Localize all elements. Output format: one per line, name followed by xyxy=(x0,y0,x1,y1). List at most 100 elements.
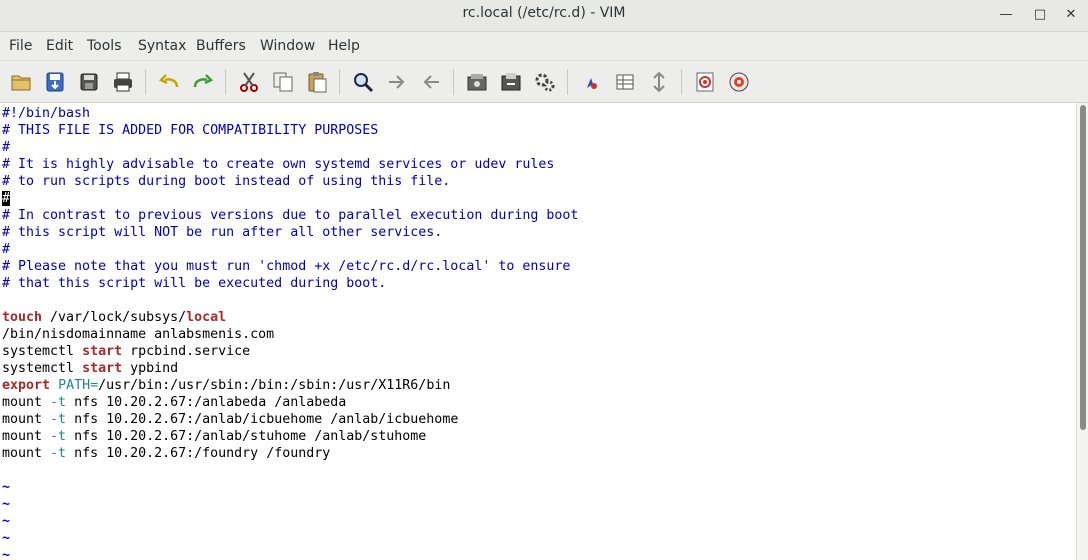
code-line: # THIS FILE IS ADDED FOR COMPATIBILITY P… xyxy=(2,122,378,139)
code-token: ~ xyxy=(2,497,11,512)
scrollbar-thumb[interactable] xyxy=(1080,105,1086,430)
find-previous-icon[interactable] xyxy=(419,70,443,94)
text-cursor: # xyxy=(2,191,11,206)
copy-icon[interactable] xyxy=(271,70,295,94)
code-token: -t xyxy=(50,429,67,444)
code-line: #!/bin/bash xyxy=(2,105,90,122)
code-line: /bin/nisdomainname anlabsmenis.com xyxy=(2,326,274,343)
code-token: export xyxy=(2,378,51,393)
menu-syntax[interactable]: Syntax xyxy=(138,38,186,54)
code-token: systemctl xyxy=(2,344,83,359)
toolbar-separator xyxy=(225,69,226,95)
vertical-scrollbar[interactable] xyxy=(1076,103,1088,560)
menu-file[interactable]: File xyxy=(9,38,32,54)
code-token: /var/lock/subsys/ xyxy=(42,310,187,325)
menu-tools[interactable]: Tools xyxy=(87,38,122,54)
code-token: mount xyxy=(2,395,51,410)
code-token: ~ xyxy=(2,480,11,495)
code-line: ~ xyxy=(2,479,10,496)
code-token: local xyxy=(186,310,227,325)
open-icon[interactable] xyxy=(9,70,33,94)
code-token: mount xyxy=(2,429,51,444)
paste-icon[interactable] xyxy=(305,70,329,94)
code-line: ~ xyxy=(2,530,10,547)
code-token: ~ xyxy=(2,548,11,560)
make-icon[interactable] xyxy=(579,70,603,94)
find-help-icon[interactable] xyxy=(727,70,751,94)
menu-bar: File Edit Tools Syntax Buffers Window He… xyxy=(0,32,1088,61)
redo-icon[interactable] xyxy=(191,70,215,94)
code-token: #!/bin/bash xyxy=(2,106,91,121)
code-line: # xyxy=(2,190,11,207)
text-editor[interactable]: #!/bin/bash # THIS FILE IS ADDED FOR COMP… xyxy=(0,103,1076,560)
code-token: ~ xyxy=(2,514,11,529)
code-token: /bin/nisdomainname anlabsmenis.com xyxy=(2,327,275,342)
print-icon[interactable] xyxy=(111,70,135,94)
load-session-icon[interactable] xyxy=(465,70,489,94)
toolbar-separator xyxy=(453,69,454,95)
code-line: ~ xyxy=(2,496,10,513)
code-line: mount -t nfs 10.20.2.67:/anlabeda /anlab… xyxy=(2,394,346,411)
code-token: # THIS FILE IS ADDED FOR COMPATIBILITY P… xyxy=(2,123,379,138)
save-icon[interactable] xyxy=(43,70,67,94)
code-token: # xyxy=(2,140,11,155)
help-icon[interactable] xyxy=(693,70,717,94)
menu-window[interactable]: Window xyxy=(260,38,315,54)
code-line: mount -t nfs 10.20.2.67:/anlab/icbuehome… xyxy=(2,411,458,428)
code-line: # It is highly advisable to create own s… xyxy=(2,156,554,173)
code-line: # Please note that you must run 'chmod +… xyxy=(2,258,570,275)
code-line: export PATH=/usr/bin:/usr/sbin:/bin:/sbi… xyxy=(2,377,450,394)
shell-icon[interactable] xyxy=(613,70,637,94)
toolbar-separator xyxy=(681,69,682,95)
find-next-icon[interactable] xyxy=(385,70,409,94)
code-line: touch /var/lock/subsys/local xyxy=(2,309,226,326)
undo-icon[interactable] xyxy=(157,70,181,94)
code-token: /usr/bin:/usr/sbin:/bin:/sbin:/usr/X11R6… xyxy=(98,378,451,393)
window-title: rc.local (/etc/rc.d) - VIM xyxy=(462,5,626,21)
code-line: # xyxy=(2,241,10,258)
code-line: # xyxy=(2,139,10,156)
menu-edit[interactable]: Edit xyxy=(46,38,73,54)
code-token: nfs 10.20.2.67:/anlab/icbuehome /anlab/i… xyxy=(66,412,459,427)
code-token: PATH= xyxy=(58,378,99,393)
code-line: # In contrast to previous versions due t… xyxy=(2,207,578,224)
save-session-icon[interactable] xyxy=(499,70,523,94)
code-token: nfs 10.20.2.67:/anlab/stuhome /anlab/stu… xyxy=(66,429,427,444)
code-line: systemctl start rpcbind.service xyxy=(2,343,250,360)
toolbar xyxy=(0,61,1088,103)
run-ctags-icon[interactable] xyxy=(647,70,671,94)
code-line: # this script will NOT be run after all … xyxy=(2,224,442,241)
menu-buffers[interactable]: Buffers xyxy=(196,38,246,54)
toolbar-separator xyxy=(339,69,340,95)
save-all-icon[interactable] xyxy=(77,70,101,94)
code-line: systemctl start ypbind xyxy=(2,360,178,377)
cut-icon[interactable] xyxy=(237,70,261,94)
code-token: # xyxy=(2,242,11,257)
code-line: ~ xyxy=(2,513,10,530)
code-token: nfs 10.20.2.67:/foundry /foundry xyxy=(66,446,331,461)
menu-help[interactable]: Help xyxy=(328,38,360,54)
code-line: mount -t nfs 10.20.2.67:/foundry /foundr… xyxy=(2,445,330,462)
maximize-button[interactable]: □ xyxy=(1031,6,1049,24)
code-token: # It is highly advisable to create own s… xyxy=(2,157,555,172)
code-token: ypbind xyxy=(122,361,179,376)
close-button[interactable]: ✕ xyxy=(1062,6,1080,24)
toolbar-separator xyxy=(145,69,146,95)
code-token: # to run scripts during boot instead of … xyxy=(2,174,451,189)
code-token: start xyxy=(82,361,123,376)
code-token: -t xyxy=(50,395,67,410)
run-script-icon[interactable] xyxy=(533,70,557,94)
code-token: # In contrast to previous versions due t… xyxy=(2,208,579,223)
code-token: touch xyxy=(2,310,43,325)
code-token: # Please note that you must run 'chmod +… xyxy=(2,259,571,274)
code-token: -t xyxy=(50,412,67,427)
toolbar-separator xyxy=(567,69,568,95)
minimize-button[interactable]: — xyxy=(997,6,1015,24)
find-replace-icon[interactable] xyxy=(351,70,375,94)
code-token: nfs 10.20.2.67:/anlabeda /anlabeda xyxy=(66,395,347,410)
code-line: mount -t nfs 10.20.2.67:/anlab/stuhome /… xyxy=(2,428,426,445)
code-token: mount xyxy=(2,446,51,461)
code-token: # this script will NOT be run after all … xyxy=(2,225,443,240)
code-token: ~ xyxy=(2,531,11,546)
code-token: rpcbind.service xyxy=(122,344,251,359)
